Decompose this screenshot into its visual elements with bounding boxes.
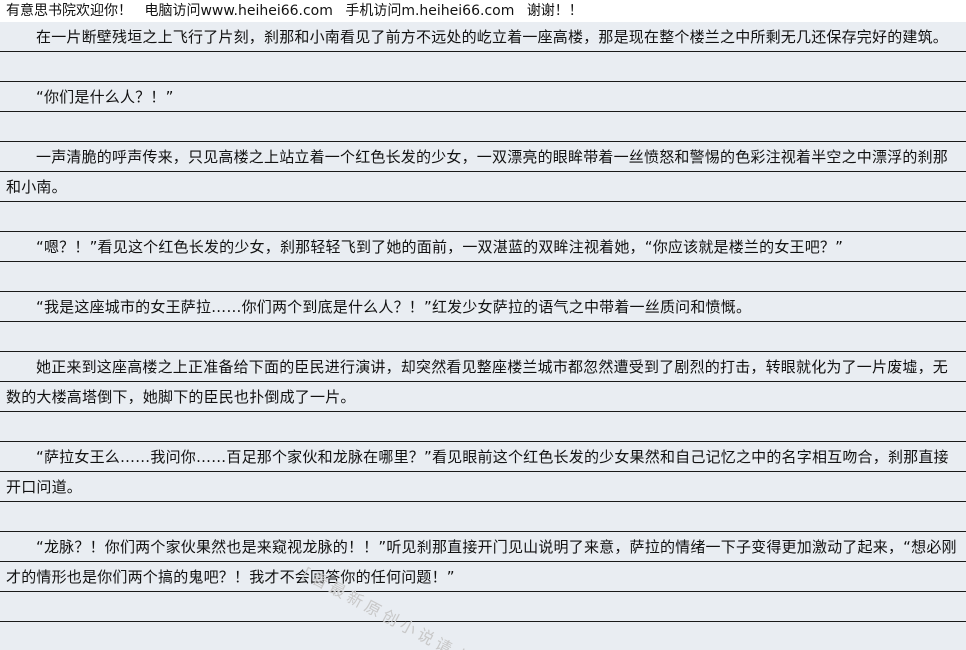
mobile-url-link[interactable]: 手机访问m.heihei66.com: [345, 3, 514, 19]
chapter-text: 在一片断壁残垣之上飞行了片刻，刹那和小南看见了前方不远处的屹立着一座高楼，那是现…: [6, 22, 958, 592]
paragraph: 在一片断壁残垣之上飞行了片刻，刹那和小南看见了前方不远处的屹立着一座高楼，那是现…: [36, 28, 949, 46]
paragraph: “龙脉？！你们两个家伙果然也是来窥视龙脉的！！”听见刹那直接开门见山说明了来意，…: [6, 538, 957, 586]
paragraph: “我是这座城市的女王萨拉……你们两个到底是什么人？！”红发少女萨拉的语气之中带着…: [36, 298, 752, 316]
welcome-notice: 有意思书院欢迎你！: [6, 3, 132, 19]
paragraph: 一声清脆的呼声传来，只见高楼之上站立着一个红色长发的少女，一双漂亮的眼眸带着一丝…: [6, 148, 949, 196]
paragraph: “你们是什么人？！”: [36, 88, 174, 106]
pc-url-link[interactable]: 电脑访问www.heihei66.com: [144, 3, 332, 19]
site-notice-bar: 有意思书院欢迎你！ 电脑访问www.heihei66.com 手机访问m.hei…: [0, 0, 966, 22]
paragraph: 她正来到这座高楼之上正准备给下面的臣民进行演讲，却突然看见整座楼兰城市都忽然遭受…: [6, 358, 949, 406]
paragraph: “嗯？！”看见这个红色长发的少女，刹那轻轻飞到了她的面前，一双湛蓝的双眸注视着她…: [36, 238, 844, 256]
thanks-text: 谢谢！！: [526, 3, 583, 19]
paragraph: “萨拉女王么……我问你……百足那个家伙和龙脉在哪里？”看见眼前这个红色长发的少女…: [6, 448, 949, 496]
